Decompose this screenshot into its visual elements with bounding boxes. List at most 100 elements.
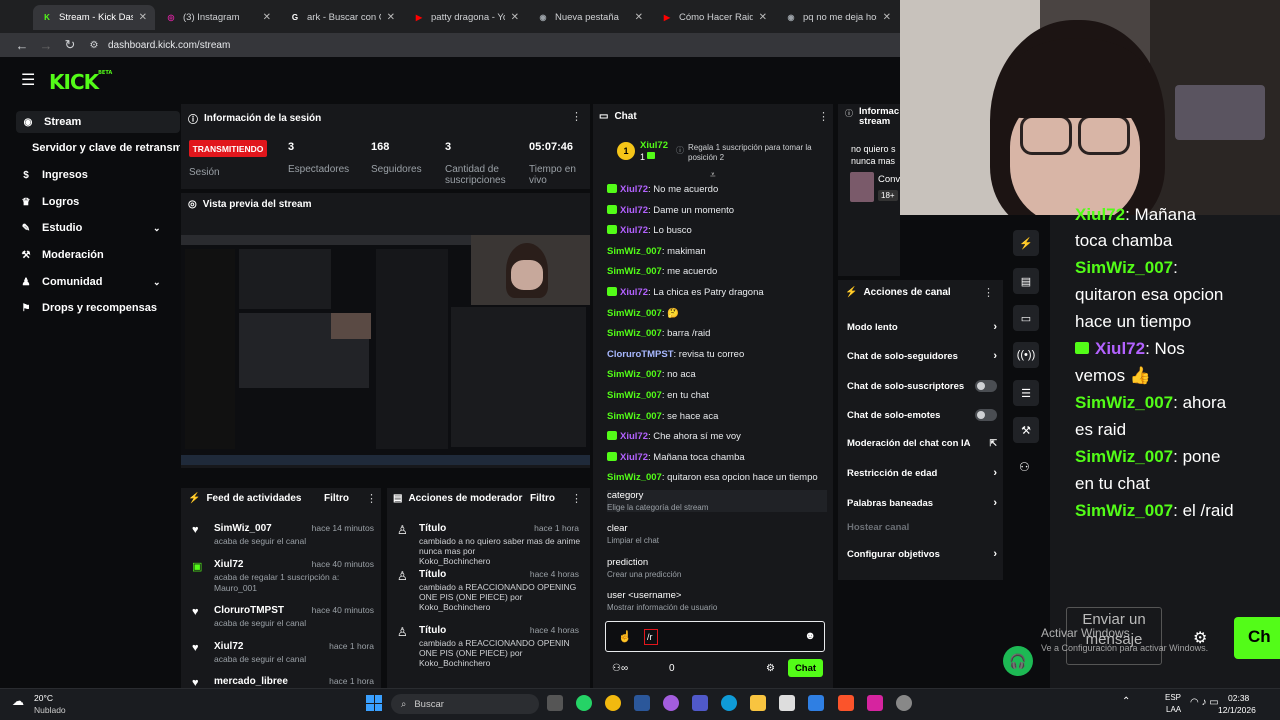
channel-action-item[interactable]: Restricción de edad › <box>847 467 997 479</box>
browser-tab[interactable]: ▶ Cómo Hacer Raid ✕ <box>653 5 775 30</box>
tray-chevron-icon[interactable]: ⌃ <box>1122 696 1130 707</box>
more-options-icon[interactable]: ⋮ <box>983 286 994 299</box>
browser-tab[interactable]: ▶ patty dragona - YouT✕ <box>405 5 527 30</box>
instagram-icon[interactable] <box>867 695 883 711</box>
more-options-icon[interactable]: ⋮ <box>571 110 582 123</box>
people-icon[interactable]: ⚇ <box>1019 460 1030 474</box>
channel-action-item[interactable]: Palabras baneadas › <box>847 497 997 509</box>
windows-start-icon[interactable] <box>366 695 382 711</box>
chat-username[interactable]: Xiul72 <box>620 205 648 216</box>
sidebar-item-drops[interactable]: ⚑ Drops y recompensas <box>20 302 157 314</box>
sidebar-item-stream[interactable]: ◉ Stream <box>16 111 180 133</box>
close-tab-icon[interactable]: ✕ <box>381 12 395 23</box>
channel-action-item[interactable]: Modo lento › <box>847 321 997 333</box>
browser-tab[interactable]: K Stream - Kick Dashbo✕ <box>33 5 155 30</box>
toggle-switch[interactable] <box>975 380 997 392</box>
close-tab-icon[interactable]: ✕ <box>133 12 147 23</box>
edge-icon[interactable] <box>721 695 737 711</box>
quick-action-note-icon[interactable]: ▤ <box>1013 268 1039 294</box>
sidebar-item-community[interactable]: ♟ Comunidad ⌄ <box>20 276 168 288</box>
chat-username[interactable]: SimWiz_007 <box>607 369 662 380</box>
obs-icon[interactable] <box>896 695 912 711</box>
leaderboard-user[interactable]: Xiul72 <box>640 140 668 151</box>
chat-username[interactable]: SimWiz_007 <box>607 472 662 483</box>
language-indicator[interactable]: ESP <box>1165 693 1181 702</box>
copilot-icon[interactable] <box>663 695 679 711</box>
brave-icon[interactable] <box>838 695 854 711</box>
chat-username[interactable]: SimWiz_007 <box>607 390 662 401</box>
chat-username[interactable]: CloruroTMPST <box>607 349 674 360</box>
teams-icon[interactable] <box>692 695 708 711</box>
headset-icon[interactable]: 🎧 <box>1003 646 1033 676</box>
channel-action-item[interactable]: Chat de solo-seguidores › <box>847 350 997 362</box>
chat-username[interactable]: Xiul72 <box>620 431 648 442</box>
hamburger-menu-icon[interactable]: ☰ <box>21 70 35 90</box>
word-icon[interactable] <box>634 695 650 711</box>
close-tab-icon[interactable]: ✕ <box>629 12 643 23</box>
chrome-icon[interactable] <box>605 695 621 711</box>
chat-username[interactable]: Xiul72 <box>620 287 648 298</box>
browser-tab[interactable]: ◉ pq no me deja hoste✕ <box>777 5 899 30</box>
close-tab-icon[interactable]: ✕ <box>257 12 271 23</box>
sidebar-item-moderation[interactable]: ⚒ Moderación <box>20 249 104 261</box>
clock-time[interactable]: 02:38 <box>1228 693 1249 703</box>
emoji-icon[interactable]: ☻ <box>804 630 816 642</box>
chat-settings-icon[interactable]: ⚙ <box>766 663 775 674</box>
more-options-icon[interactable]: ⋮ <box>571 492 582 505</box>
chat-username[interactable]: SimWiz_007 <box>607 411 662 422</box>
channel-action-item[interactable]: Chat de solo-emotes <box>847 409 997 421</box>
channel-action-item[interactable]: Chat de solo-suscriptores <box>847 380 997 392</box>
chat-username[interactable]: SimWiz_007 <box>607 308 662 319</box>
quick-action-chat-icon[interactable]: ▭ <box>1013 305 1039 331</box>
chat-input[interactable]: ☝ /r ☻ <box>605 621 825 652</box>
taskbar-search[interactable]: ⌕ Buscar <box>391 694 539 714</box>
command-suggestion[interactable]: clear Limpiar el chat <box>607 523 827 545</box>
reload-icon[interactable]: ↻ <box>58 37 82 53</box>
activity-filter-button[interactable]: Filtro <box>324 493 349 504</box>
sidebar-item-server-key[interactable]: Servidor y clave de retransm <box>32 142 180 154</box>
browser-tab[interactable]: Gark - Buscar con Goo✕ <box>281 5 403 30</box>
stream-preview-video[interactable] <box>181 235 590 465</box>
chat-users-icon[interactable]: ⚇∞ <box>612 663 628 674</box>
sidebar-item-revenue[interactable]: $ Ingresos <box>20 169 88 181</box>
send-chat-button[interactable]: Chat <box>788 659 823 677</box>
browser-tab[interactable]: ◎ (3) Instagram ✕ <box>157 5 279 30</box>
mod-filter-button[interactable]: Filtro <box>530 493 555 504</box>
more-options-icon[interactable]: ⋮ <box>818 110 829 123</box>
close-tab-icon[interactable]: ✕ <box>753 12 767 23</box>
quick-action-server-icon[interactable]: ☰ <box>1013 380 1039 406</box>
quick-action-bolt-icon[interactable]: ⚡ <box>1013 230 1039 256</box>
forward-icon[interactable]: → <box>34 38 58 53</box>
browser-tab[interactable]: ◉ Nueva pestaña ✕ <box>529 5 651 30</box>
wifi-icon[interactable]: ◠ ♪ ▭ <box>1190 697 1219 708</box>
chat-username[interactable]: SimWiz_007 <box>607 266 662 277</box>
toggle-switch[interactable] <box>975 409 997 421</box>
sidebar-item-achievements[interactable]: ♛ Logros <box>20 196 80 208</box>
close-tab-icon[interactable]: ✕ <box>877 12 891 23</box>
store-icon[interactable] <box>779 695 795 711</box>
quick-action-broadcast-icon[interactable]: ((•)) <box>1013 342 1039 368</box>
chat-username[interactable]: SimWiz_007 <box>607 246 662 257</box>
more-options-icon[interactable]: ⋮ <box>366 492 377 505</box>
command-suggestion[interactable]: category Elige la categoría del stream <box>607 490 827 512</box>
quick-action-hammer-icon[interactable]: ⚒ <box>1013 417 1039 443</box>
channel-action-item[interactable]: Moderación del chat con IA ⇱ <box>847 438 997 449</box>
channel-action-item[interactable]: Configurar objetivos › <box>847 548 997 560</box>
command-suggestion[interactable]: prediction Crear una predicción <box>607 557 827 579</box>
sidebar-item-studio[interactable]: ✎ Estudio ⌄ <box>20 222 168 234</box>
site-info-icon[interactable]: ⚙ <box>82 40 106 51</box>
app-icon[interactable] <box>808 695 824 711</box>
collapse-icon[interactable]: ⩡ <box>710 170 716 181</box>
whatsapp-icon[interactable] <box>576 695 592 711</box>
url-field[interactable]: dashboard.kick.com/stream <box>108 40 230 51</box>
close-tab-icon[interactable]: ✕ <box>505 12 519 23</box>
kick-logo[interactable]: KICKBETA <box>49 70 112 94</box>
chat-username[interactable]: Xiul72 <box>620 184 648 195</box>
task-view-icon[interactable] <box>547 695 563 711</box>
command-suggestion[interactable]: user <username> Mostrar información de us… <box>607 590 827 612</box>
chat-username[interactable]: Xiul72 <box>620 225 648 236</box>
chat-username[interactable]: Xiul72 <box>620 452 648 463</box>
back-icon[interactable]: ← <box>10 38 34 53</box>
file-explorer-icon[interactable] <box>750 695 766 711</box>
chat-username[interactable]: SimWiz_007 <box>607 328 662 339</box>
